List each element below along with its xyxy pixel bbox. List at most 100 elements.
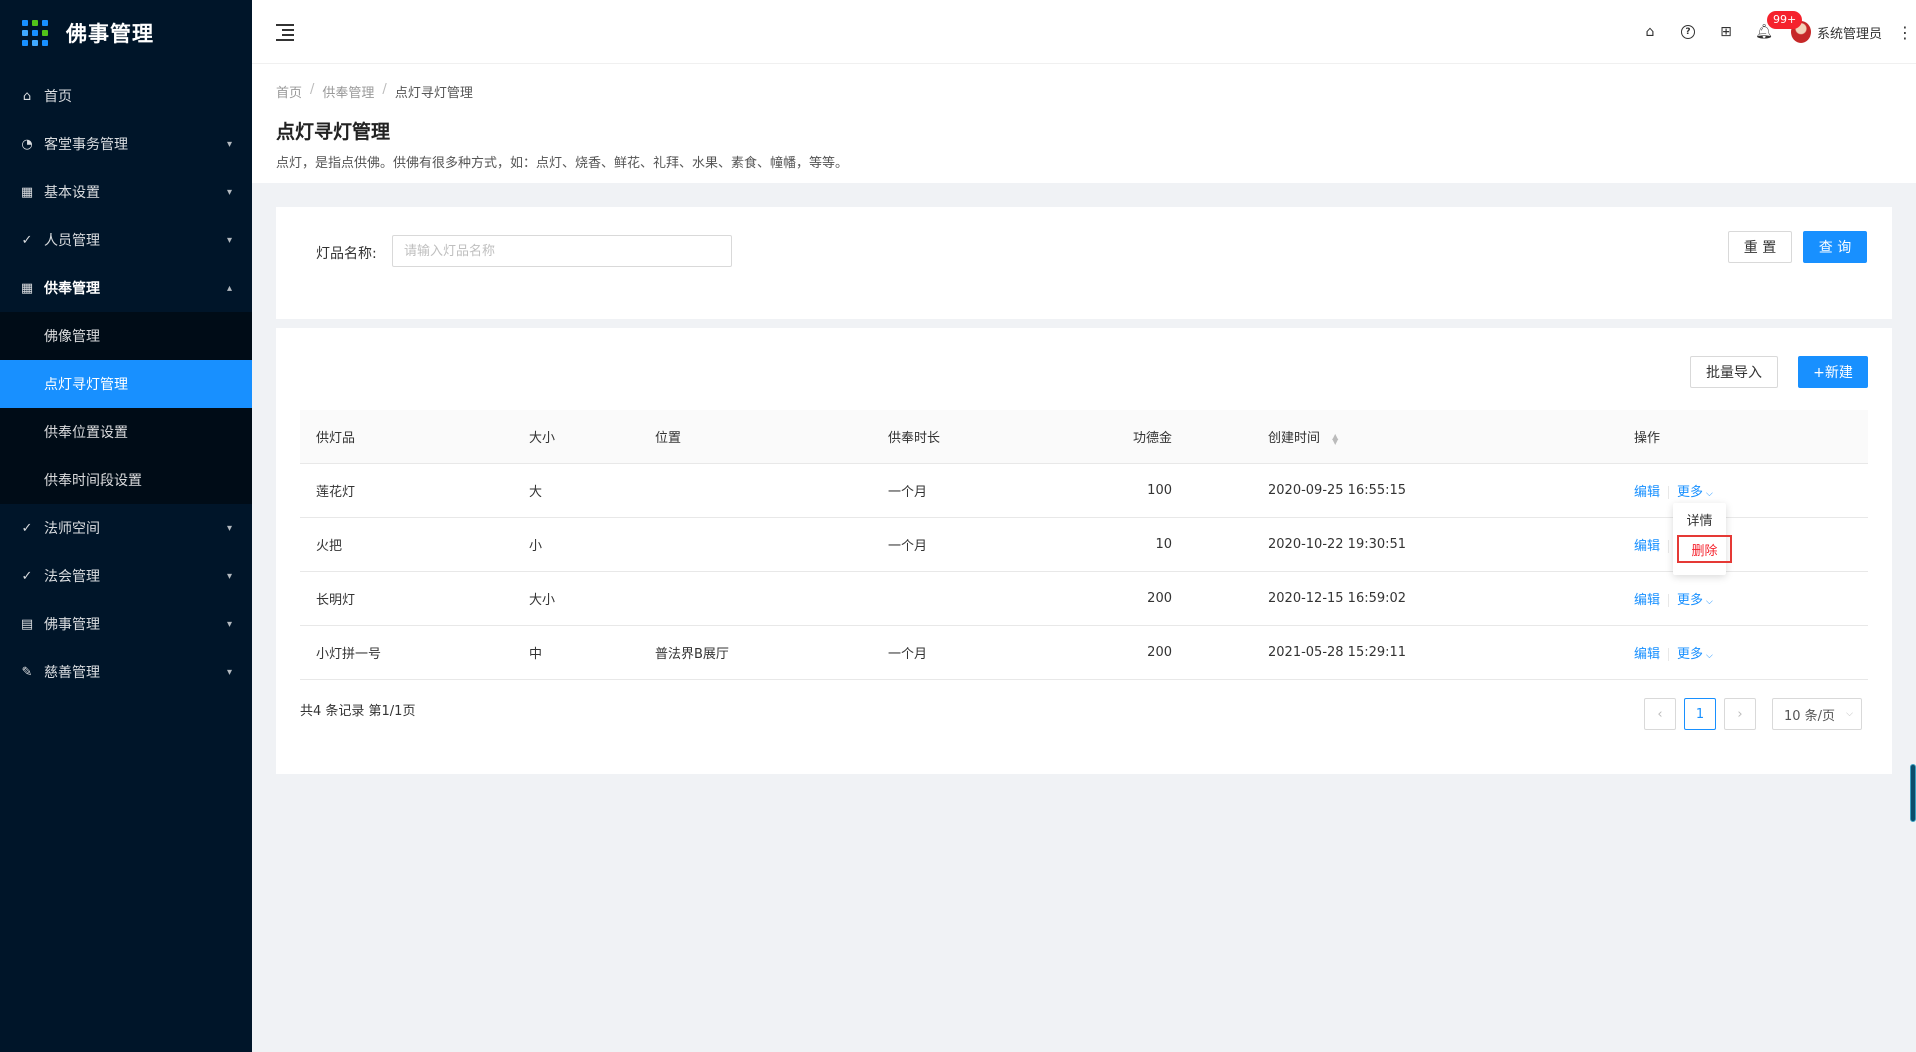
chevron-down-icon: ⌵ xyxy=(1706,597,1713,607)
lamp-name-input[interactable] xyxy=(392,235,732,267)
chevron-down-icon: ▾ xyxy=(226,138,232,150)
sidebar-item-label: 佛事管理 xyxy=(44,617,100,633)
cell-duration: 一个月 xyxy=(888,485,928,500)
check-circle-icon: ✓ xyxy=(21,520,33,536)
action-divider xyxy=(1668,594,1670,607)
menu-fold-icon[interactable] xyxy=(276,24,294,41)
sidebar-item-label: 首页 xyxy=(44,89,72,105)
reset-button[interactable]: 重 置 xyxy=(1728,231,1792,263)
table-row: 长明灯 大小 200 2020-12-15 16:59:02 编辑 更多 ⌵ xyxy=(300,572,1868,626)
sidebar-item-dharma-assembly[interactable]: ✓ 法会管理 ▾ xyxy=(0,552,252,600)
cell-merit: 10 xyxy=(1155,537,1172,552)
sidebar-item-home[interactable]: ⌂ 首页 xyxy=(0,72,252,120)
page-item-current[interactable]: 1 xyxy=(1684,698,1716,730)
sidebar-item-lamp-management[interactable]: 点灯寻灯管理 xyxy=(0,360,252,408)
more-vertical-icon[interactable]: ⋮ xyxy=(1894,23,1916,42)
batch-import-button[interactable]: 批量导入 xyxy=(1690,356,1778,388)
cell-duration: 一个月 xyxy=(888,539,928,554)
chevron-down-icon: ▾ xyxy=(226,522,232,534)
page-description: 点灯，是指点供佛。供佛有很多种方式，如：点灯、烧香、鲜花、礼拜、水果、素食、幢幡… xyxy=(276,156,849,171)
cell-actions: 编辑 更多 ⌵ xyxy=(1534,589,1868,608)
breadcrumb-current: 点灯寻灯管理 xyxy=(394,86,473,101)
page-title: 点灯寻灯管理 xyxy=(276,121,391,143)
sidebar-item-basic-settings[interactable]: ▦ 基本设置 ▾ xyxy=(0,168,252,216)
sort-icon[interactable]: ▲ ▼ xyxy=(1332,432,1338,445)
page-header: 首页 / 供奉管理 / 点灯寻灯管理 点灯寻灯管理 点灯，是指点供佛。供佛有很多… xyxy=(252,64,1916,183)
check-circle-icon: ✓ xyxy=(21,568,33,584)
user-menu[interactable]: 系统管理员 xyxy=(1790,21,1882,43)
table-icon: ▦ xyxy=(20,280,34,296)
user-name: 系统管理员 xyxy=(1816,26,1882,42)
sidebar-item-offering-location[interactable]: 供奉位置设置 xyxy=(0,408,252,456)
logo[interactable]: 佛事管理 xyxy=(0,0,252,66)
lamp-table: 供灯品 大小 位置 供奉时长 功德金 创建时间 ▲ ▼ 操作 莲花灯 大 一个月 … xyxy=(300,410,1868,680)
cell-location: 普法界B展厅 xyxy=(655,647,729,662)
sidebar-item-buddhist-affairs[interactable]: ▤ 佛事管理 ▾ xyxy=(0,600,252,648)
sidebar-item-label: 佛像管理 xyxy=(44,329,100,345)
home-icon: ⌂ xyxy=(22,88,32,104)
breadcrumb: 首页 / 供奉管理 / 点灯寻灯管理 xyxy=(276,82,1892,101)
more-link[interactable]: 更多 ⌵ xyxy=(1677,593,1713,608)
breadcrumb-separator: / xyxy=(382,82,387,97)
chevron-down-icon: ⌵ xyxy=(1706,651,1713,661)
cell-name: 火把 xyxy=(316,539,343,554)
sidebar-item-personnel[interactable]: ✓ 人员管理 ▾ xyxy=(0,216,252,264)
cell-name: 长明灯 xyxy=(316,593,356,608)
column-header: 功德金 xyxy=(1132,431,1172,446)
home-icon[interactable]: ⌂ xyxy=(1631,0,1669,64)
more-link[interactable]: 更多 ⌵ xyxy=(1677,647,1713,662)
breadcrumb-offering[interactable]: 供奉管理 xyxy=(322,82,374,101)
prev-page-button[interactable]: ‹ xyxy=(1644,698,1676,730)
notification-button[interactable]: 🔔︎ 99+ xyxy=(1745,0,1803,64)
notification-badge: 99+ xyxy=(1766,11,1803,29)
query-button[interactable]: 查 询 xyxy=(1803,231,1867,263)
sidebar-menu: ⌂ 首页 ◔ 客堂事务管理 ▾ ▦ 基本设置 ▾ ✓ 人员管理 ▾ ▦ 供奉管理… xyxy=(0,72,252,696)
sidebar-item-label: 供奉时间段设置 xyxy=(44,473,142,489)
chevron-up-icon: ▴ xyxy=(226,282,232,294)
detail-menu-item[interactable]: 详情 xyxy=(1673,503,1726,535)
edit-link[interactable]: 编辑 xyxy=(1634,647,1660,662)
new-button[interactable]: +新建 xyxy=(1798,356,1868,388)
sidebar-item-offering[interactable]: ▦ 供奉管理 ▴ xyxy=(0,264,252,312)
sidebar-item-label: 法会管理 xyxy=(44,569,100,585)
edit-link[interactable]: 编辑 xyxy=(1634,539,1660,554)
column-header: 操作 xyxy=(1634,431,1661,446)
cell-merit: 200 xyxy=(1147,591,1172,606)
column-header-created[interactable]: 创建时间 ▲ ▼ xyxy=(1188,427,1534,446)
next-page-button[interactable]: › xyxy=(1724,698,1756,730)
pagination: ‹ 1 › 10 条/页 ⌵ xyxy=(1636,698,1862,730)
sidebar-item-guest-affairs[interactable]: ◔ 客堂事务管理 ▾ xyxy=(0,120,252,168)
page-size-select[interactable]: 10 条/页 ⌵ xyxy=(1772,698,1862,730)
sidebar-item-master-space[interactable]: ✓ 法师空间 ▾ xyxy=(0,504,252,552)
table-row: 火把 小 一个月 10 2020-10-22 19:30:51 编辑 xyxy=(300,518,1868,572)
cell-size: 小 xyxy=(529,539,543,554)
cell-created: 2020-12-15 16:59:02 xyxy=(1268,591,1407,606)
cell-created: 2020-09-25 16:55:15 xyxy=(1268,483,1407,498)
sidebar-item-offering-timeslot[interactable]: 供奉时间段设置 xyxy=(0,456,252,504)
column-header: 大小 xyxy=(529,431,556,446)
column-header: 供灯品 xyxy=(316,431,356,446)
more-link[interactable]: 更多 ⌵ xyxy=(1677,485,1713,500)
search-label: 灯品名称: xyxy=(316,246,377,262)
cell-merit: 100 xyxy=(1147,483,1172,498)
sidebar-item-label: 客堂事务管理 xyxy=(44,137,128,153)
edit-link[interactable]: 编辑 xyxy=(1634,485,1660,500)
cell-size: 大小 xyxy=(529,593,556,608)
cell-actions: 编辑 更多 ⌵ xyxy=(1534,481,1868,500)
column-header-label: 创建时间 xyxy=(1268,431,1321,446)
help-icon[interactable]: ? xyxy=(1669,0,1707,64)
more-label: 更多 xyxy=(1677,647,1704,662)
sidebar-item-buddha-statues[interactable]: 佛像管理 xyxy=(0,312,252,360)
more-dropdown-menu: 详情 删除 xyxy=(1673,503,1732,575)
sidebar-item-charity[interactable]: ✎ 慈善管理 ▾ xyxy=(0,648,252,696)
scrollbar-thumb[interactable] xyxy=(1910,764,1916,822)
top-header: ⌂ ? ⊞ 🔔︎ 99+ 系统管理员 ⋮ xyxy=(252,0,1916,64)
cell-name: 莲花灯 xyxy=(316,485,356,500)
edit-link[interactable]: 编辑 xyxy=(1634,593,1660,608)
breadcrumb-home[interactable]: 首页 xyxy=(276,82,302,101)
apps-icon[interactable]: ⊞ xyxy=(1707,0,1745,64)
sidebar-item-label: 基本设置 xyxy=(44,185,100,201)
chevron-down-icon: ▾ xyxy=(226,618,232,630)
delete-menu-item[interactable]: 删除 xyxy=(1677,535,1732,563)
header-actions: ⌂ ? ⊞ 🔔︎ 99+ 系统管理员 ⋮ xyxy=(1631,0,1916,64)
